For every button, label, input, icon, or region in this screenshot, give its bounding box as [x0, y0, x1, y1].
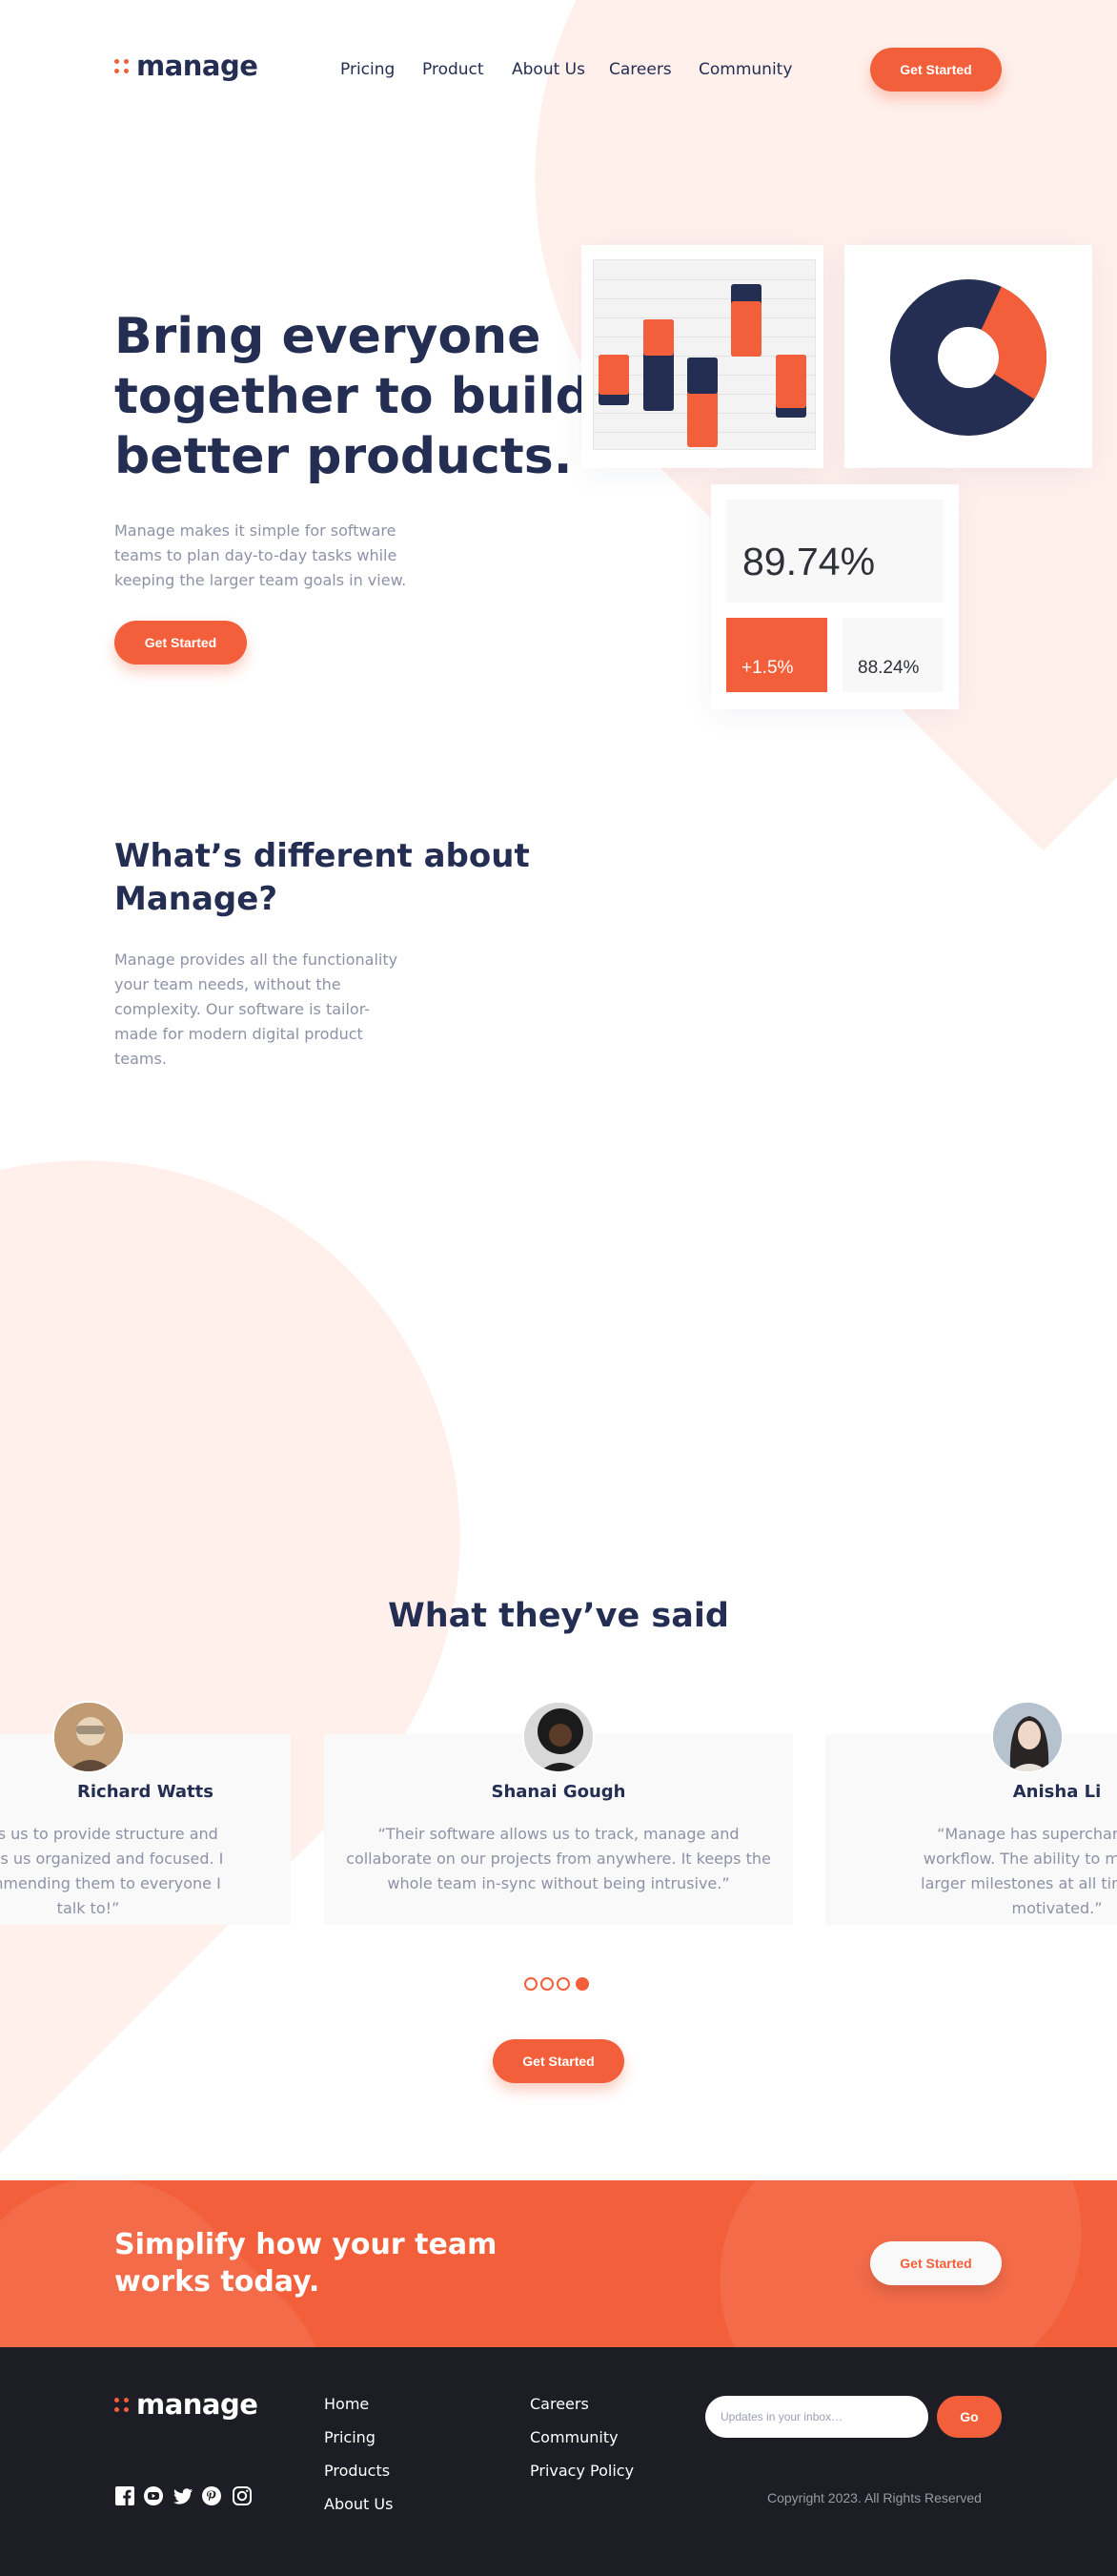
avatar-shanai-gough — [522, 1701, 595, 1773]
footer-link-pricing[interactable]: Pricing — [324, 2428, 376, 2446]
nav-about-us[interactable]: About Us — [512, 60, 585, 79]
testimonial-card-1: Richard Watts allows us to provide struc… — [0, 1734, 291, 1925]
copyright-text: Copyright 2023. All Rights Reserved — [767, 2490, 982, 2505]
nav-pricing[interactable]: Pricing — [340, 60, 395, 79]
instagram-icon[interactable] — [232, 2485, 253, 2506]
nav-product[interactable]: Product — [422, 60, 484, 79]
stat-primary-value: 89.74% — [742, 540, 876, 583]
slider-dot-1[interactable] — [524, 1977, 538, 1991]
footer-link-community[interactable]: Community — [530, 2428, 619, 2446]
logo-mark-icon — [114, 2397, 129, 2412]
different-description: Manage provides all the functionality yo… — [114, 951, 398, 1068]
footer-logo[interactable]: manage — [114, 2388, 258, 2421]
slider-dot-4-active[interactable] — [576, 1977, 589, 1991]
footer-link-about-us[interactable]: About Us — [324, 2495, 393, 2513]
newsletter-email-input[interactable] — [705, 2396, 928, 2438]
footer-link-privacy-policy[interactable]: Privacy Policy — [530, 2462, 634, 2480]
testimonial-name: Shanai Gough — [491, 1782, 626, 1802]
stat-change-box — [726, 618, 827, 692]
chart-bar-5-highlight — [776, 355, 806, 408]
cta-band-get-started-button[interactable]: Get Started — [870, 2241, 1002, 2285]
testimonial-card-3: Anisha Li “Manage has supercharged our w… — [825, 1734, 1117, 1925]
nav-community[interactable]: Community — [699, 60, 792, 79]
cta-band-title: Simplify how your team works today. — [114, 2228, 498, 2299]
testimonial-quote: “Manage has supercharged our workflow. T… — [921, 1825, 1117, 1917]
nav-careers[interactable]: Careers — [609, 60, 672, 79]
newsletter-go-button[interactable]: Go — [937, 2396, 1002, 2438]
youtube-icon[interactable] — [143, 2485, 164, 2506]
testimonial-quote: allows us to provide structure and t kee… — [0, 1825, 224, 1917]
hero-get-started-button[interactable]: Get Started — [114, 621, 247, 664]
pinterest-icon[interactable] — [201, 2485, 222, 2506]
twitter-icon[interactable] — [173, 2485, 193, 2506]
logo-mark-icon — [114, 58, 129, 73]
facebook-icon[interactable] — [114, 2485, 135, 2506]
stat-secondary-box — [843, 618, 944, 692]
hero-description: Manage makes it simple for software team… — [114, 521, 407, 589]
testimonials-get-started-button[interactable]: Get Started — [493, 2039, 624, 2083]
logo-text: manage — [136, 50, 258, 82]
header-get-started-button[interactable]: Get Started — [870, 48, 1002, 92]
chart-bar-4-highlight — [731, 301, 762, 357]
section-background-shape — [0, 1004, 617, 2381]
footer-link-careers[interactable]: Careers — [530, 2395, 589, 2413]
avatar-anisha-li — [991, 1701, 1064, 1773]
slider-dot-2[interactable] — [540, 1977, 554, 1991]
chart-bar-1-highlight — [599, 355, 629, 395]
donut-chart — [890, 279, 1046, 436]
avatar-richard-watts — [52, 1701, 125, 1773]
chart-bar-2-highlight — [643, 319, 674, 356]
hero-title: Bring everyone together to build better … — [114, 308, 591, 485]
testimonial-name: Anisha Li — [1012, 1782, 1102, 1802]
testimonials-title: What they’ve said — [388, 1597, 729, 1635]
footer-link-home[interactable]: Home — [324, 2395, 369, 2413]
slider-dot-3[interactable] — [557, 1977, 570, 1991]
stat-change-value: +1.5% — [741, 658, 794, 678]
testimonial-quote: “Their software allows us to track, mana… — [346, 1825, 771, 1892]
chart-bar-3-highlight — [687, 358, 718, 394]
footer-link-products[interactable]: Products — [324, 2462, 390, 2480]
different-title: What’s different about Manage? — [114, 837, 530, 918]
stat-secondary-value: 88.24% — [858, 658, 920, 678]
footer-logo-text: manage — [136, 2388, 258, 2421]
header-logo[interactable]: manage — [114, 50, 258, 82]
